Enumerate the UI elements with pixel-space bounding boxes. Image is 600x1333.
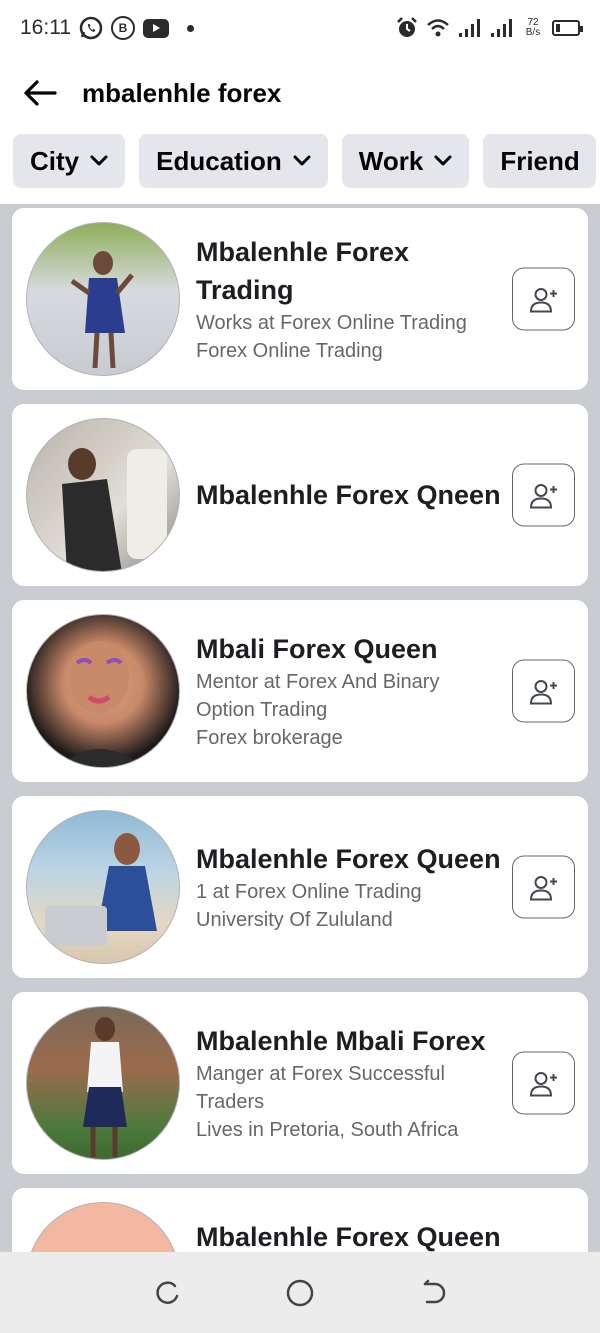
result-name[interactable]: Mbalenhle Forex Queen xyxy=(196,1218,501,1252)
b-icon: B xyxy=(111,16,135,40)
add-friend-button[interactable] xyxy=(512,463,575,527)
back-arrow-icon[interactable] xyxy=(20,73,60,113)
signal-icon xyxy=(458,18,482,38)
result-card[interactable]: Mbali Forex Queen Mentor at Forex And Bi… xyxy=(12,600,588,782)
signal-icon xyxy=(490,18,514,38)
result-detail: Manger at Forex Successful xyxy=(196,1063,445,1085)
add-friend-button[interactable] xyxy=(512,1051,575,1115)
clock: 16:11 xyxy=(20,16,71,39)
results-list: Mbalenhle Forex Trading Works at Forex On… xyxy=(0,204,600,1252)
add-friend-icon xyxy=(529,483,557,508)
chevron-down-icon xyxy=(89,154,109,168)
search-query[interactable]: mbalenhle forex xyxy=(82,78,281,109)
add-friend-icon xyxy=(529,1071,557,1096)
result-detail: 1 at Forex Online Trading xyxy=(196,881,422,903)
avatar[interactable] xyxy=(26,1006,180,1160)
result-detail: Lives in Pretoria, South Africa xyxy=(196,1119,459,1141)
system-nav-bar xyxy=(0,1252,600,1333)
avatar[interactable] xyxy=(26,418,180,572)
youtube-icon xyxy=(143,18,169,38)
recent-apps-icon[interactable] xyxy=(147,1273,187,1313)
filter-chips: City Education Work Friend xyxy=(0,134,600,190)
home-circle-icon[interactable] xyxy=(280,1273,320,1313)
add-friend-icon xyxy=(529,875,557,900)
whatsapp-icon xyxy=(79,16,103,40)
filter-chip-work[interactable]: Work xyxy=(341,134,470,188)
avatar[interactable] xyxy=(26,614,180,768)
add-friend-button[interactable] xyxy=(512,267,575,331)
add-friend-button[interactable] xyxy=(512,659,575,723)
result-detail: Works at Forex Online Trading xyxy=(196,312,467,334)
result-card[interactable]: Mbalenhle Forex Qneen xyxy=(12,404,588,586)
add-friend-button[interactable] xyxy=(512,855,575,919)
result-detail: Forex brokerage xyxy=(196,727,343,749)
result-detail: Forex Online Trading xyxy=(196,340,383,362)
avatar[interactable] xyxy=(26,810,180,964)
filter-chip-education[interactable]: Education xyxy=(139,134,328,188)
result-detail: Option Trading xyxy=(196,699,328,721)
result-name[interactable]: Mbalenhle Forex Trading xyxy=(196,233,496,309)
search-header: mbalenhle forex xyxy=(0,60,600,126)
chevron-down-icon xyxy=(292,154,312,168)
chevron-down-icon xyxy=(433,154,453,168)
result-card[interactable]: Mbalenhle Forex Queen xyxy=(12,1188,588,1252)
avatar[interactable] xyxy=(26,222,180,376)
result-name[interactable]: Mbali Forex Queen xyxy=(196,630,496,668)
result-name[interactable]: Mbalenhle Mbali Forex xyxy=(196,1022,496,1060)
result-detail: Mentor at Forex And Binary xyxy=(196,671,440,693)
wifi-icon xyxy=(426,18,450,38)
result-detail: Traders xyxy=(196,1091,265,1113)
status-bar: 16:11 B 72 B/s xyxy=(0,0,600,56)
alarm-icon xyxy=(396,17,418,39)
dot-icon xyxy=(187,24,194,32)
battery-icon xyxy=(552,20,583,36)
result-card[interactable]: Mbalenhle Forex Trading Works at Forex On… xyxy=(12,208,588,390)
result-name[interactable]: Mbalenhle Forex Qneen xyxy=(196,476,501,514)
result-card[interactable]: Mbalenhle Forex Queen 1 at Forex Online … xyxy=(12,796,588,978)
filter-chip-friends[interactable]: Friend xyxy=(483,134,596,188)
filter-chip-city[interactable]: City xyxy=(13,134,126,188)
avatar[interactable] xyxy=(26,1202,180,1252)
back-nav-icon[interactable] xyxy=(413,1273,453,1313)
add-friend-icon xyxy=(529,679,557,704)
network-speed: 72 B/s xyxy=(525,17,541,38)
result-card[interactable]: Mbalenhle Mbali Forex Manger at Forex Su… xyxy=(12,992,588,1174)
add-friend-icon xyxy=(529,287,557,312)
result-name[interactable]: Mbalenhle Forex Queen xyxy=(196,840,501,878)
result-detail: University Of Zululand xyxy=(196,909,393,931)
